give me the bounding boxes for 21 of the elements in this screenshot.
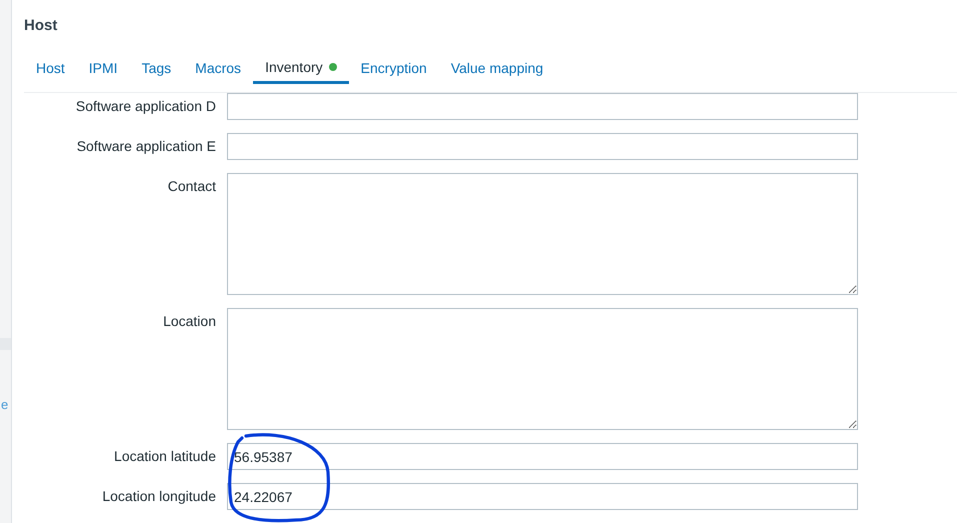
link-fragment[interactable]: e xyxy=(1,397,8,412)
tab[interactable]: IPMI xyxy=(76,50,130,85)
field-label: Location latitude xyxy=(113,447,216,464)
input-field[interactable] xyxy=(227,133,858,160)
field-label: Contact xyxy=(166,177,216,194)
field-label: Software application E xyxy=(76,137,216,154)
field-label: Software application D xyxy=(74,97,216,114)
tab[interactable]: Encryption xyxy=(348,50,439,85)
tab[interactable]: Macros xyxy=(183,50,254,85)
tab[interactable]: Host xyxy=(24,50,77,85)
tab[interactable]: Value mapping xyxy=(438,50,556,85)
input-field[interactable] xyxy=(227,93,858,120)
input-field[interactable]: 24.22067 xyxy=(227,483,858,510)
text-area[interactable] xyxy=(227,173,858,295)
dialog-title: Host xyxy=(24,17,58,35)
field-label: Location longitude xyxy=(101,487,216,504)
input-field[interactable]: 56.95387 xyxy=(227,443,858,470)
tab[interactable]: Inventory xyxy=(253,50,349,84)
tab[interactable]: Tags xyxy=(130,50,184,85)
text-area[interactable] xyxy=(227,308,858,430)
field-label: Location xyxy=(162,312,216,329)
